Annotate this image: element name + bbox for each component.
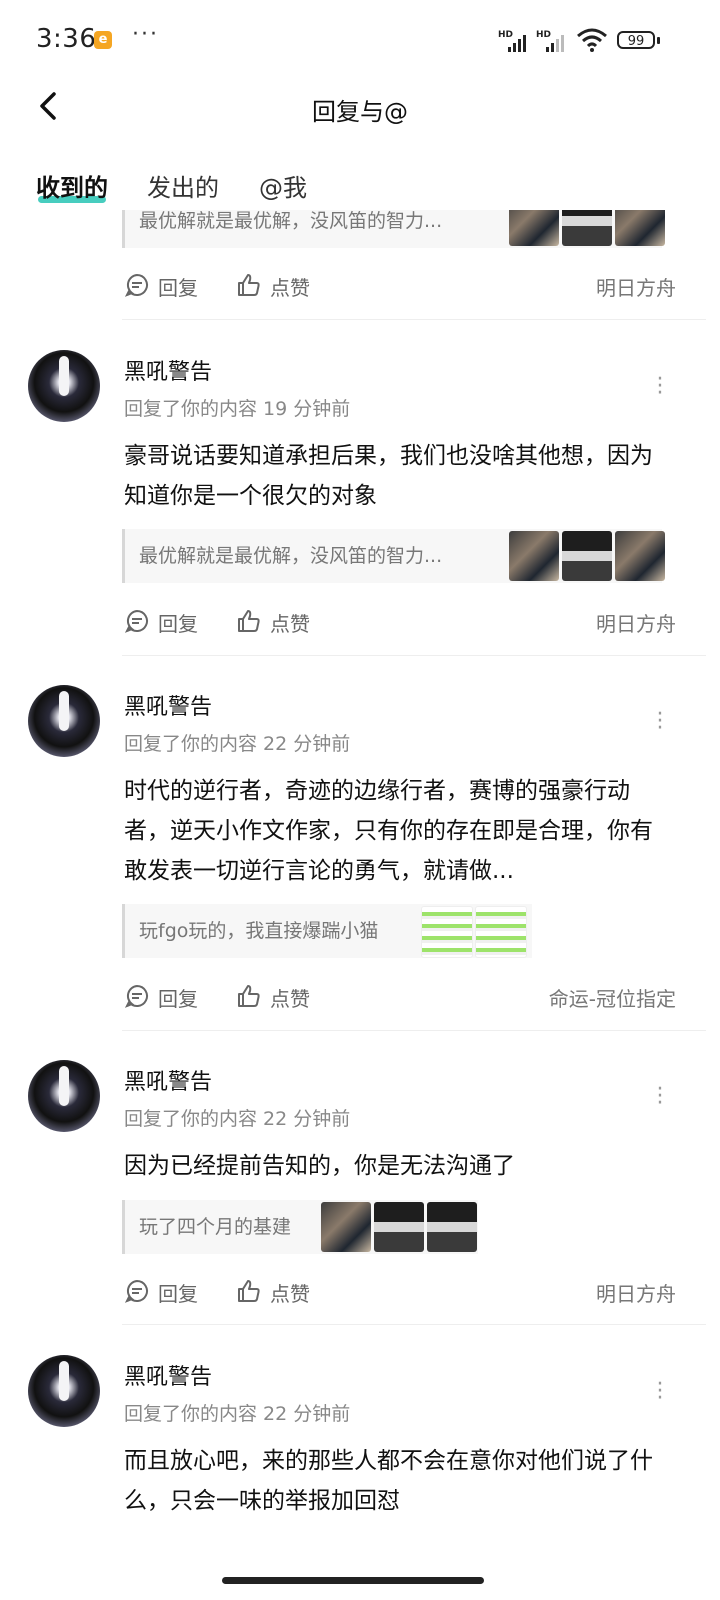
reply-icon bbox=[124, 609, 148, 633]
reply-button[interactable]: 回复 bbox=[124, 1276, 214, 1306]
reply-content[interactable]: 因为已经提前告知的，你是无法沟通了 bbox=[124, 1146, 669, 1186]
avatar[interactable] bbox=[28, 1060, 100, 1132]
page-title: 回复与@ bbox=[312, 98, 408, 126]
reply-meta: 回复了你的内容 22 分钟前 bbox=[124, 1108, 351, 1130]
username[interactable]: 黑吼警告 bbox=[124, 1359, 212, 1391]
username[interactable]: 黑吼警告 bbox=[124, 354, 212, 386]
tab-bar: 收到的 发出的 @我 bbox=[0, 160, 720, 210]
more-options-icon[interactable]: · · · bbox=[652, 1079, 668, 1115]
divider bbox=[122, 655, 706, 656]
quoted-post-text: 玩fgo玩的，我直接爆踹小猫 bbox=[139, 920, 379, 942]
username[interactable]: 黑吼警告 bbox=[124, 1064, 212, 1096]
more-options-icon[interactable]: · · · bbox=[652, 1374, 668, 1410]
quoted-post[interactable]: 玩fgo玩的，我直接爆踹小猫 bbox=[122, 904, 532, 958]
source-tag[interactable]: 明日方舟 bbox=[596, 1278, 676, 1307]
avatar[interactable] bbox=[28, 1355, 100, 1427]
quoted-image bbox=[615, 531, 665, 581]
quoted-image bbox=[475, 906, 527, 958]
tab-sent[interactable]: 发出的 bbox=[147, 168, 219, 203]
status-bar: 3:36 e ··· HD HD 99 bbox=[0, 0, 720, 80]
list-item: 黑吼警告 回复了你的内容 22 分钟前 · · · 时代的逆行者，奇迹的边缘行者，赛… bbox=[0, 683, 720, 1035]
thumbs-up-icon bbox=[238, 610, 260, 632]
quoted-image bbox=[562, 531, 612, 581]
more-options-icon[interactable]: · · · bbox=[652, 369, 668, 405]
wifi-icon bbox=[577, 28, 607, 52]
quoted-image bbox=[321, 1202, 371, 1252]
list-item: 黑吼警告 回复了你的内容 19 分钟前 · · · 豪哥说话要知道承担后果，我们也没… bbox=[0, 348, 720, 658]
reply-meta: 回复了你的内容 19 分钟前 bbox=[124, 398, 351, 420]
reply-button[interactable]: 回复 bbox=[124, 606, 214, 636]
quoted-image bbox=[615, 210, 665, 246]
reply-content[interactable]: 豪哥说话要知道承担后果，我们也没啥其他想，因为知道你是一个很欠的对象 bbox=[124, 436, 669, 516]
nav-header: 回复与@ bbox=[0, 80, 720, 136]
thumbs-up-icon bbox=[238, 274, 260, 296]
signal-icon-2: HD bbox=[536, 30, 570, 52]
reply-meta: 回复了你的内容 22 分钟前 bbox=[124, 1403, 351, 1425]
more-notifications-icon: ··· bbox=[132, 22, 159, 47]
quoted-post[interactable]: 最优解就是最优解，没风笛的智力... bbox=[122, 529, 665, 583]
source-tag[interactable]: 明日方舟 bbox=[596, 272, 676, 301]
quoted-post-text: 最优解就是最优解，没风笛的智力... bbox=[139, 545, 443, 567]
quoted-post-text: 玩了四个月的基建 bbox=[139, 1216, 292, 1238]
quoted-image bbox=[374, 1202, 424, 1252]
divider bbox=[122, 1324, 706, 1325]
thumbs-up-icon bbox=[238, 1280, 260, 1302]
like-button[interactable]: 点赞 bbox=[236, 1276, 326, 1306]
quoted-image bbox=[509, 531, 559, 581]
tab-mentions[interactable]: @我 bbox=[259, 168, 307, 203]
avatar[interactable] bbox=[28, 350, 100, 422]
reply-content[interactable]: 时代的逆行者，奇迹的边缘行者，赛博的强豪行动者，逆天小作文作家，只有你的存在即是… bbox=[124, 771, 669, 891]
battery-icon: 99 bbox=[617, 31, 655, 49]
like-button[interactable]: 点赞 bbox=[236, 606, 326, 636]
quoted-post[interactable]: 玩了四个月的基建 bbox=[122, 1200, 478, 1254]
source-tag[interactable]: 明日方舟 bbox=[596, 608, 676, 637]
avatar[interactable] bbox=[28, 685, 100, 757]
reply-meta: 回复了你的内容 22 分钟前 bbox=[124, 733, 351, 755]
battery-tip bbox=[657, 37, 660, 44]
reply-list: 最优解就是最优解，没风笛的智力... 回复 点赞 明日方舟 黑吼警告 回复了你的… bbox=[0, 210, 720, 1538]
quoted-post[interactable]: 最优解就是最优解，没风笛的智力... bbox=[122, 210, 665, 248]
quoted-image bbox=[509, 210, 559, 246]
quoted-image bbox=[421, 906, 473, 958]
like-button[interactable]: 点赞 bbox=[236, 270, 326, 300]
signal-icon: HD bbox=[498, 30, 532, 52]
list-item: 黑吼警告 回复了你的内容 22 分钟前 · · · 因为已经提前告知的，你是无法沟通… bbox=[0, 1058, 720, 1328]
quoted-image bbox=[562, 210, 612, 246]
reply-icon bbox=[124, 984, 148, 1008]
app-notification-icon: e bbox=[94, 31, 112, 49]
list-item: 最优解就是最优解，没风笛的智力... 回复 点赞 明日方舟 bbox=[0, 210, 720, 320]
quoted-image bbox=[427, 1202, 477, 1252]
tab-received[interactable]: 收到的 bbox=[36, 168, 108, 203]
reply-content[interactable]: 而且放心吧，来的那些人都不会在意你对他们说了什么，只会一味的举报加回怼 bbox=[124, 1441, 669, 1521]
reply-icon bbox=[124, 273, 148, 297]
quoted-post-text: 最优解就是最优解，没风笛的智力... bbox=[139, 210, 443, 232]
more-options-icon[interactable]: · · · bbox=[652, 704, 668, 740]
divider bbox=[122, 1030, 706, 1031]
divider bbox=[122, 319, 706, 320]
thumbs-up-icon bbox=[238, 985, 260, 1007]
reply-button[interactable]: 回复 bbox=[124, 981, 214, 1011]
reply-icon bbox=[124, 1279, 148, 1303]
list-item: 黑吼警告 回复了你的内容 22 分钟前 · · · 而且放心吧，来的那些人都不会在意… bbox=[0, 1353, 720, 1538]
username[interactable]: 黑吼警告 bbox=[124, 689, 212, 721]
status-time: 3:36 bbox=[36, 24, 97, 54]
like-button[interactable]: 点赞 bbox=[236, 981, 326, 1011]
home-indicator[interactable] bbox=[222, 1577, 484, 1584]
source-tag[interactable]: 命运-冠位指定 bbox=[549, 983, 676, 1012]
reply-button[interactable]: 回复 bbox=[124, 270, 214, 300]
